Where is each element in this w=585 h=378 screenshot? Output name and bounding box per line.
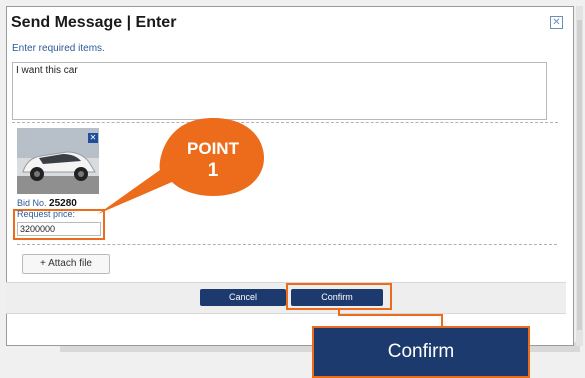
car-photo-icon [17, 128, 99, 194]
attach-file-button[interactable]: + Attach file [22, 254, 110, 274]
cancel-button[interactable]: Cancel [200, 289, 286, 306]
zoomed-confirm-button: Confirm [312, 326, 530, 378]
request-price-label: Request price: [17, 209, 76, 219]
point-label: POINT [187, 139, 239, 158]
car-thumbnail[interactable] [17, 128, 99, 194]
divider [17, 244, 557, 245]
message-textarea[interactable]: I want this car [12, 62, 547, 120]
dialog-title: Send Message | Enter [11, 14, 177, 31]
bid-number-line: Bid No. 25280 [17, 198, 77, 209]
check-box-icon[interactable]: ✕ [88, 133, 98, 143]
request-price-input[interactable]: 3200000 [17, 222, 101, 236]
point-number: 1 [207, 160, 219, 181]
bid-label: Bid No. [17, 198, 47, 208]
bid-number: 25280 [49, 198, 77, 209]
dialog-subtitle: Enter required items. [12, 43, 105, 54]
confirm-highlight [286, 283, 392, 310]
scrollbar-thumb[interactable] [577, 20, 582, 330]
divider [12, 122, 558, 123]
close-icon[interactable]: ✕ [550, 16, 563, 29]
